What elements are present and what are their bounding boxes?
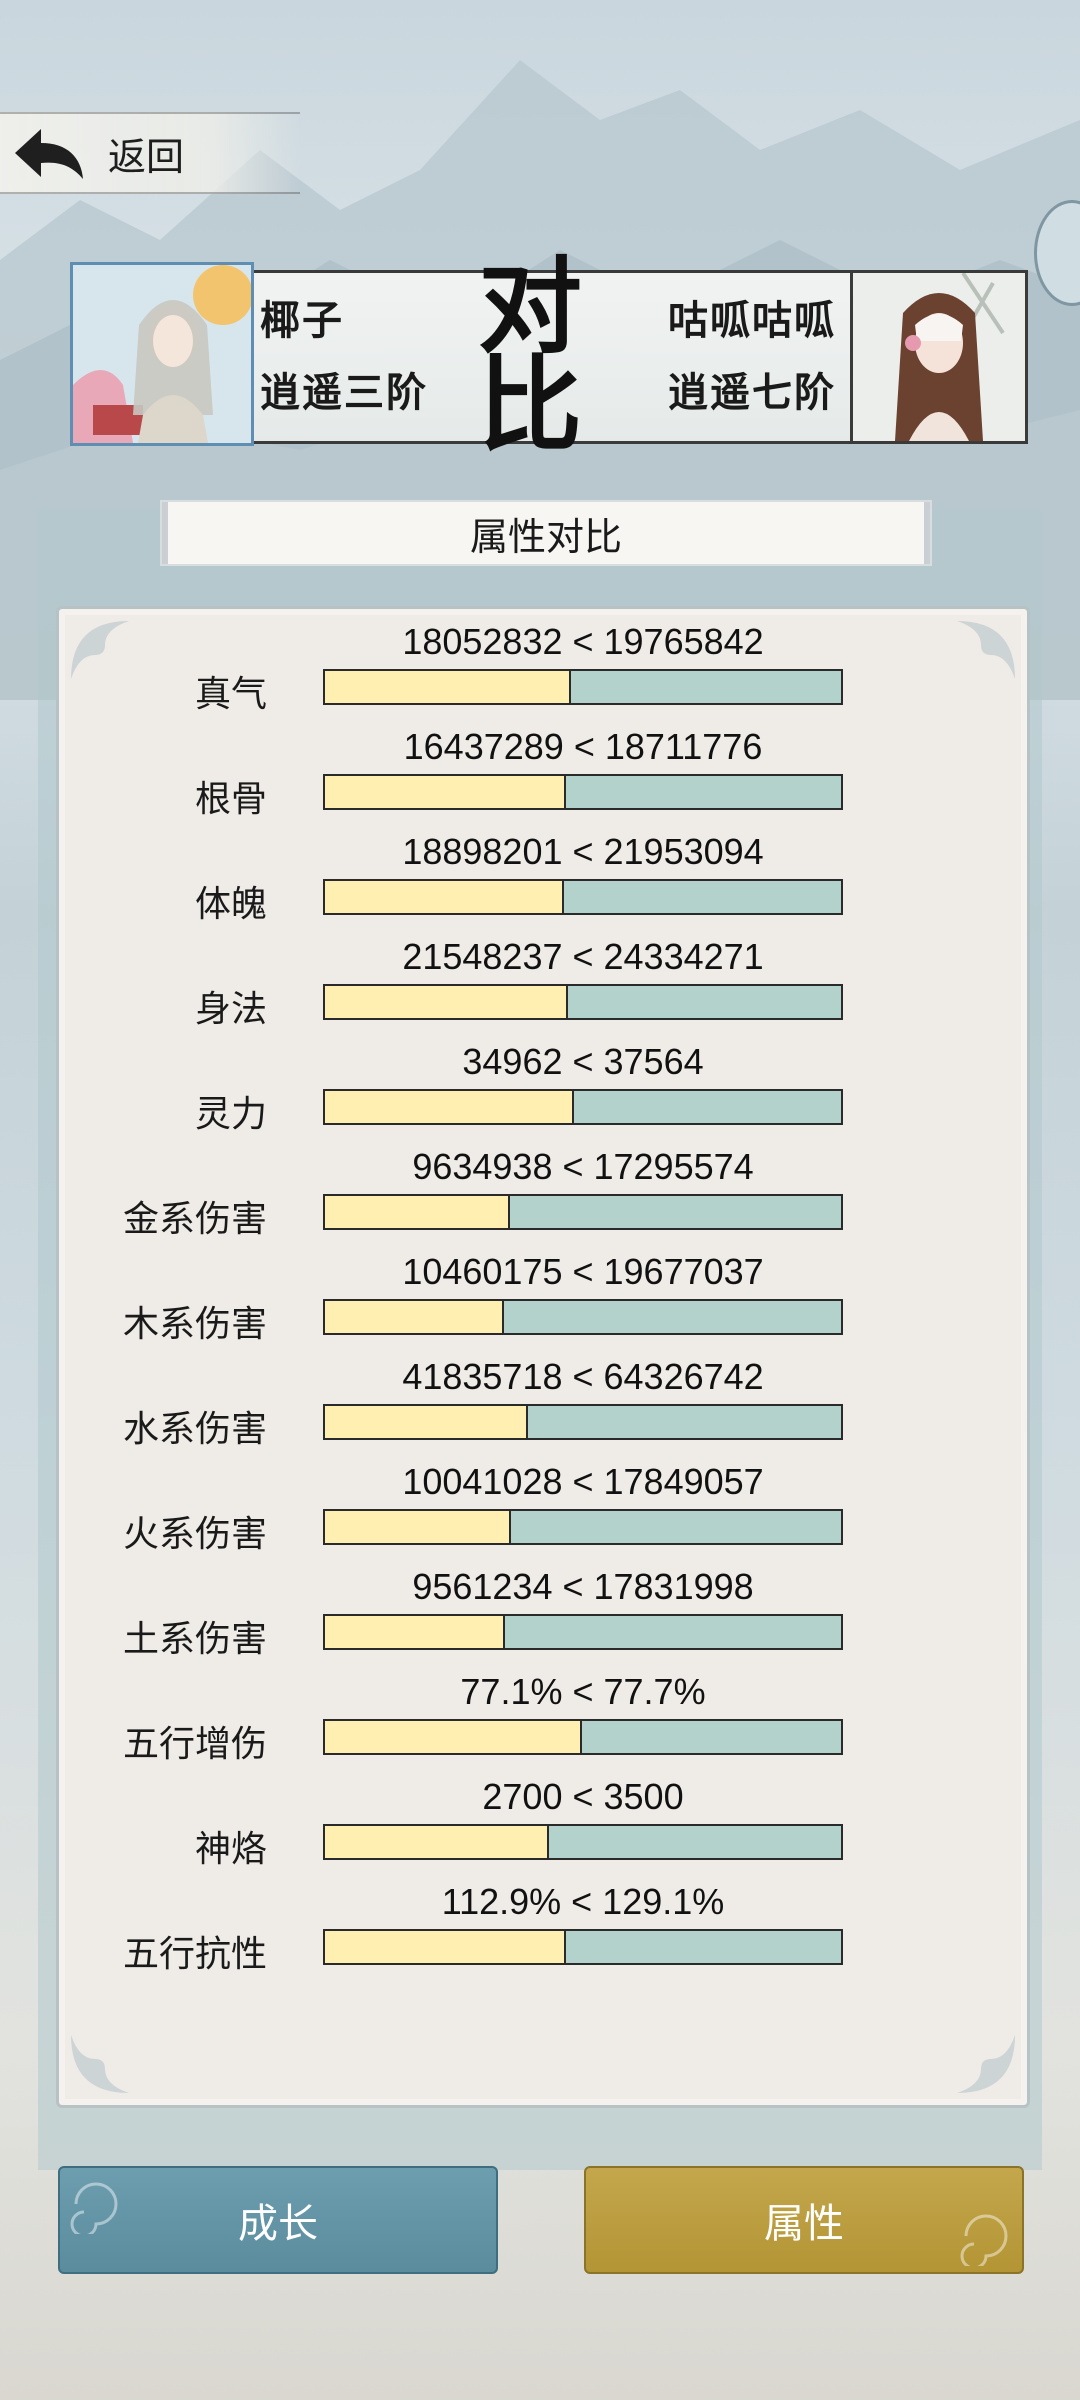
stat-label: 真气 [194,674,267,715]
stat-label: 土系伤害 [122,1619,267,1660]
stat-bar-fill [325,776,567,808]
stat-row: 土系伤害 9561234 < 17831998 [59,1566,1027,1670]
corner-ornament-icon [71,2035,129,2093]
stat-row: 根骨 16437289 < 18711776 [59,726,1027,830]
stat-row: 木系伤害 10460175 < 19677037 [59,1251,1027,1355]
vs-title-bottom: 比 [478,343,583,466]
stat-label: 根骨 [194,779,267,820]
attribute-button[interactable]: 属性 [584,2166,1024,2274]
stat-label: 火系伤害 [122,1514,267,1555]
corner-ornament-icon [957,621,1015,679]
left-player-rank: 逍遥三阶 [260,370,428,416]
back-label: 返回 [108,134,185,179]
swirl-ornament-icon [70,2182,118,2234]
stat-bar [323,669,843,705]
left-player-name: 椰子 [260,298,344,344]
stat-bar [323,774,843,810]
stat-values: 10460175 < 19677037 [402,1251,764,1292]
stat-bar [323,1719,843,1755]
stat-values: 18898201 < 21953094 [402,831,764,872]
stat-bar [323,1089,843,1125]
stat-row: 体魄 18898201 < 21953094 [59,831,1027,935]
stat-row: 神烙 2700 < 3500 [59,1776,1027,1880]
stat-bar-fill [325,986,568,1018]
right-player-avatar[interactable] [850,270,1028,444]
stat-bar-fill [325,1721,582,1753]
stat-bar-fill [325,1931,566,1963]
left-player-avatar[interactable] [70,262,254,446]
stat-values: 18052832 < 19765842 [402,621,764,662]
stat-bar [323,1404,843,1440]
stat-row: 水系伤害 41835718 < 64326742 [59,1356,1027,1460]
stats-card: 真气 18052832 < 19765842 根骨 16437289 < 187… [56,606,1030,2108]
stat-label: 水系伤害 [122,1409,267,1450]
stat-row: 五行增伤 77.1% < 77.7% [59,1671,1027,1775]
stat-row: 灵力 34962 < 37564 [59,1041,1027,1145]
stat-bar-fill [325,1301,505,1333]
stat-label: 五行抗性 [122,1934,267,1975]
back-arrow-icon [10,118,90,188]
stat-row: 五行抗性 112.9% < 129.1% [59,1881,1027,1985]
stat-values: 41835718 < 64326742 [402,1356,764,1397]
stat-label: 灵力 [194,1094,267,1135]
stat-values: 9561234 < 17831998 [412,1566,754,1607]
right-player-rank: 逍遥七阶 [668,370,836,416]
back-button[interactable]: 返回 [0,112,300,194]
stat-label: 身法 [194,989,267,1030]
section-title: 属性对比 [162,502,930,564]
stat-bar-fill [325,1196,510,1228]
stat-bar-fill [325,1091,574,1123]
growth-button[interactable]: 成长 [58,2166,498,2274]
stat-bar [323,1824,843,1860]
stat-bar-fill [325,1616,506,1648]
stat-values: 77.1% < 77.7% [460,1671,706,1712]
stat-row: 真气 18052832 < 19765842 [59,621,1027,725]
stat-bar [323,1929,843,1965]
stat-values: 2700 < 3500 [482,1776,684,1817]
stat-label: 五行增伤 [122,1724,267,1765]
stat-bar-fill [325,671,572,703]
corner-ornament-icon [71,621,129,679]
stat-bar [323,984,843,1020]
stat-label: 木系伤害 [122,1304,267,1345]
stat-bar-fill [325,881,564,913]
compare-header: 椰子 逍遥三阶 咕呱咕呱 逍遥七阶 对 比 [40,245,1040,466]
stat-bar [323,1299,843,1335]
stat-bar-fill [325,1511,511,1543]
stat-values: 10041028 < 17849057 [402,1461,764,1502]
corner-ornament-icon [957,2035,1015,2093]
stat-values: 9634938 < 17295574 [412,1146,754,1187]
stat-values: 21548237 < 24334271 [402,936,764,977]
stat-bar-fill [325,1406,529,1438]
stat-bar [323,879,843,915]
stat-label: 金系伤害 [122,1199,267,1240]
attribute-button-label: 属性 [764,2201,844,2247]
stat-bar [323,1509,843,1545]
stat-values: 16437289 < 18711776 [403,726,763,767]
stat-bar [323,1194,843,1230]
stat-bar [323,1614,843,1650]
stat-values: 34962 < 37564 [462,1041,704,1082]
stat-bar-fill [325,1826,550,1858]
stat-label: 神烙 [194,1829,267,1870]
stat-row: 金系伤害 9634938 < 17295574 [59,1146,1027,1250]
right-player-name: 咕呱咕呱 [668,298,836,344]
stat-row: 火系伤害 10041028 < 17849057 [59,1461,1027,1565]
growth-button-label: 成长 [238,2201,318,2247]
swirl-ornament-icon [960,2214,1008,2266]
stat-row: 身法 21548237 < 24334271 [59,936,1027,1040]
stat-values: 112.9% < 129.1% [441,1881,725,1922]
stat-label: 体魄 [194,884,267,925]
